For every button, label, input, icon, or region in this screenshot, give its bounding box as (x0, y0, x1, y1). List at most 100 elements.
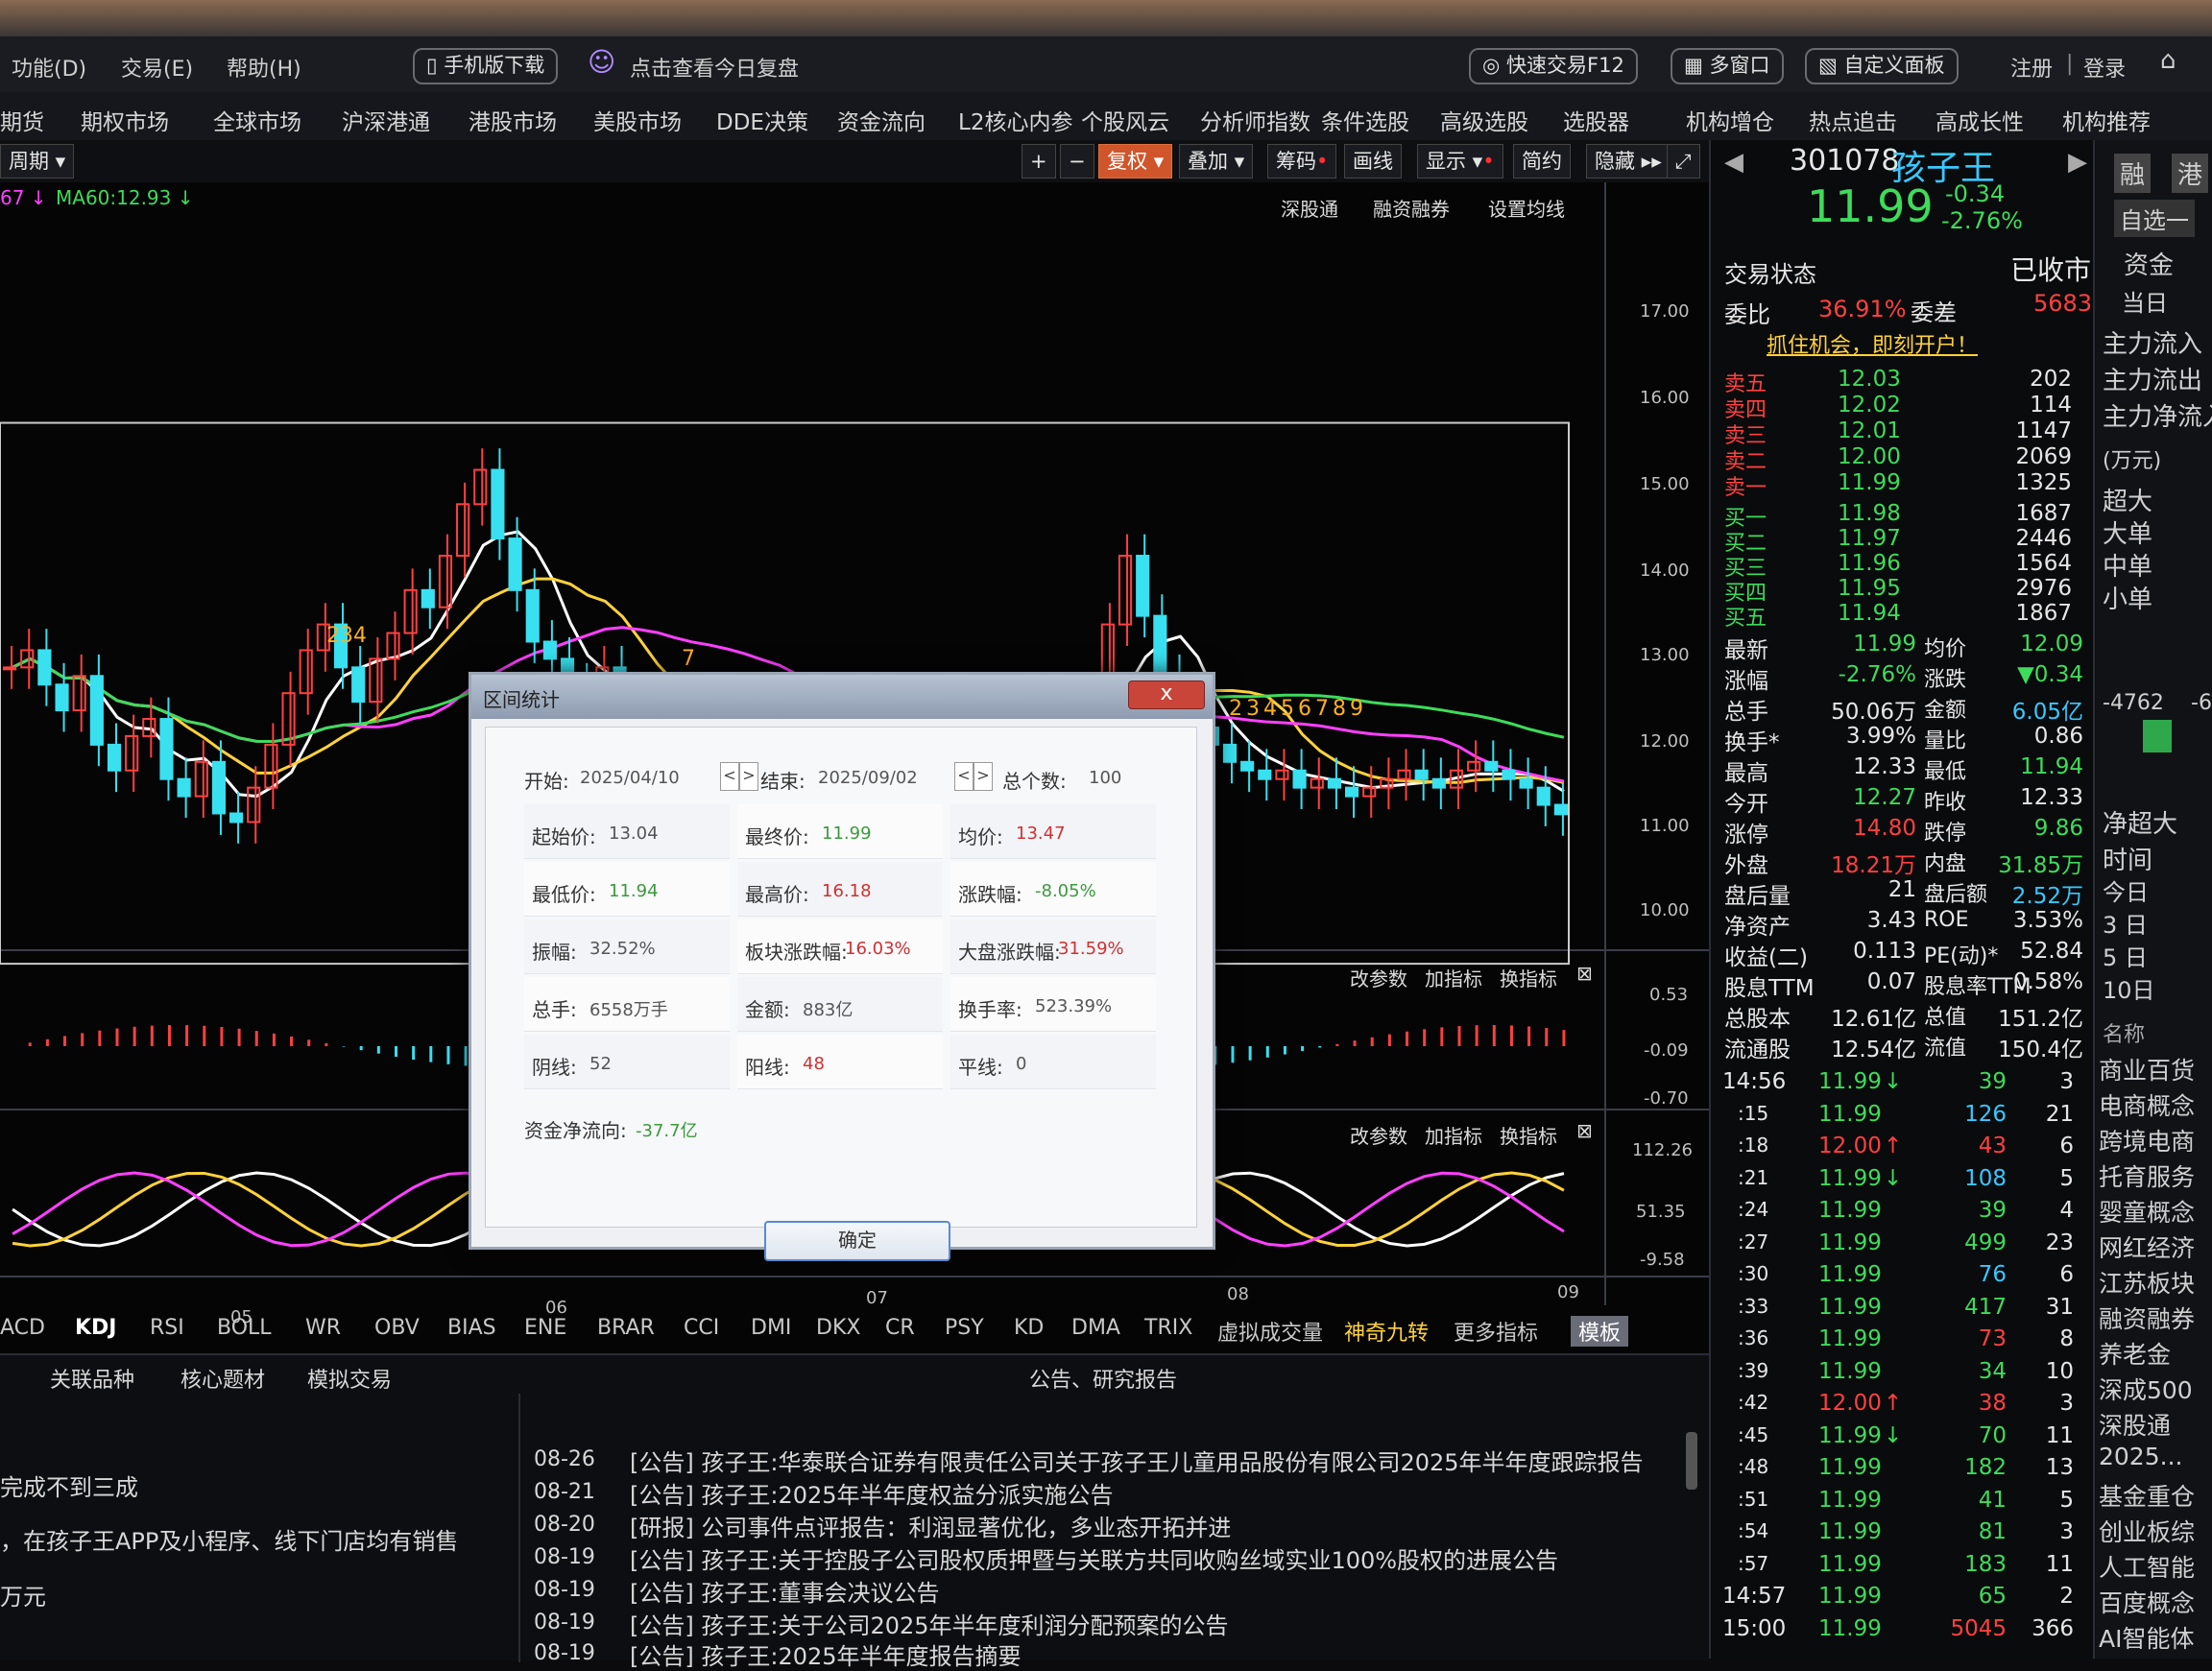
nav-item[interactable]: 分析师指数 (1200, 104, 1310, 136)
menu-trade[interactable]: 交易(E) (121, 52, 193, 83)
hk-button[interactable]: 港 (2172, 154, 2209, 193)
margin-button[interactable]: 融 (2114, 154, 2152, 193)
start-prev-button[interactable]: < (720, 762, 739, 791)
concept-item[interactable]: 基金重仓 (2099, 1478, 2195, 1513)
news-item[interactable]: [公告] 孩子王:2025年半年度报告摘要 (630, 1637, 1022, 1671)
ind-tab[interactable]: DMA (1071, 1316, 1120, 1340)
ok-button[interactable]: 确定 (764, 1221, 950, 1261)
nav-item[interactable]: 高成长性 (1936, 104, 2024, 136)
concept-item[interactable]: 深股通 (2099, 1407, 2171, 1442)
concept-item[interactable]: 2025... (2099, 1443, 2182, 1470)
close-sub-icon[interactable]: ⊠ (1576, 962, 1593, 985)
ind-tab[interactable]: OBV (374, 1316, 420, 1340)
register-link[interactable]: 注册 (2010, 52, 2053, 83)
sub-op-params-2[interactable]: 改参数 (1350, 1121, 1407, 1149)
ind-tab[interactable]: CCI (684, 1316, 719, 1340)
nav-item[interactable]: DDE决策 (716, 104, 808, 136)
bottom-tab[interactable]: 关联品种 (50, 1363, 134, 1394)
nav-item[interactable]: 期货 (0, 104, 44, 136)
open-account-promo[interactable]: 抓住机会，即刻开户！ (1767, 328, 1978, 359)
menu-help[interactable]: 帮助(H) (227, 52, 301, 83)
nav-item[interactable]: 全球市场 (213, 104, 301, 136)
news-item[interactable]: [公告] 孩子王:2025年半年度权益分派实施公告 (630, 1476, 1114, 1510)
nav-item[interactable]: 个股风云 (1081, 104, 1169, 136)
ind-tab[interactable]: ACD (0, 1316, 45, 1340)
ind-tab[interactable]: WR (305, 1316, 341, 1340)
end-next-button[interactable]: > (974, 762, 993, 791)
nav-item[interactable]: 期权市场 (81, 104, 169, 136)
dialog-titlebar[interactable]: 区间统计 x (471, 675, 1213, 719)
login-link[interactable]: 登录 (2083, 52, 2126, 83)
display-button[interactable]: 显示 ▾• (1417, 144, 1503, 179)
nav-item[interactable]: 热点追击 (1809, 104, 1897, 136)
sub-op-switch[interactable]: 换指标 (1500, 964, 1557, 991)
concept-item[interactable]: 人工智能 (2099, 1549, 2195, 1584)
nav-item[interactable]: 港股市场 (469, 104, 557, 136)
ind-tab[interactable]: DMI (751, 1316, 791, 1340)
review-link[interactable]: 点击查看今日复盘 (630, 52, 799, 83)
ind-tab[interactable]: 虚拟成交量 (1217, 1316, 1323, 1347)
ind-tab[interactable]: CR (885, 1316, 915, 1340)
simple-button[interactable]: 简约 (1513, 144, 1571, 179)
ind-tab-template[interactable]: 模板 (1571, 1316, 1629, 1347)
ind-tab[interactable]: 更多指标 (1454, 1316, 1538, 1347)
zoom-out-button[interactable]: − (1060, 144, 1094, 179)
news-item[interactable]: [研报] 公司事件点评报告：利润显著优化，多业态开拓并进 (630, 1509, 1231, 1542)
ind-tab[interactable]: RSI (150, 1316, 184, 1340)
concept-item[interactable]: 江苏板块 (2099, 1265, 2195, 1300)
concept-item[interactable]: 创业板综 (2099, 1514, 2195, 1548)
ind-tab[interactable]: BRAR (597, 1316, 655, 1340)
watchlist-select[interactable]: 自选一 (2114, 200, 2195, 237)
ind-tab[interactable]: ENE (524, 1316, 566, 1340)
today-tab[interactable]: 当日 (2122, 284, 2168, 318)
period-select[interactable]: 周期 ▾ (0, 144, 75, 179)
chips-button[interactable]: 筹码• (1267, 144, 1337, 179)
concept-item[interactable]: 深成500 (2099, 1372, 2193, 1406)
ind-tab[interactable]: PSY (945, 1316, 984, 1340)
prev-stock-icon[interactable]: ◀ (1724, 148, 1743, 177)
overlay-button[interactable]: 叠加 ▾ (1179, 144, 1254, 179)
nav-item[interactable]: 资金流向 (837, 104, 926, 136)
hide-button[interactable]: 隐藏 ▸▸ (1586, 144, 1671, 179)
menu-func[interactable]: 功能(D) (12, 52, 86, 83)
custom-panel-button[interactable]: ▧ 自定义面板 (1805, 48, 1959, 84)
concept-item[interactable]: 养老金 (2099, 1336, 2171, 1371)
next-stock-icon[interactable]: ▶ (2068, 148, 2087, 177)
nav-item[interactable]: 机构增仓 (1686, 104, 1774, 136)
home-icon[interactable]: ⌂ (2160, 46, 2176, 75)
ind-tab[interactable]: KD (1014, 1316, 1044, 1340)
sub-op-add[interactable]: 加指标 (1425, 964, 1482, 991)
multi-window-button[interactable]: ▦ 多窗口 (1671, 48, 1784, 84)
mobile-download-button[interactable]: ▯ 手机版下载 (413, 48, 559, 84)
ind-tab[interactable]: BIAS (447, 1316, 496, 1340)
news-item[interactable]: [公告] 孩子王:董事会决议公告 (630, 1574, 939, 1608)
ind-tab-active[interactable]: KDJ (75, 1316, 117, 1340)
concept-item[interactable]: 商业百货 (2099, 1052, 2195, 1086)
nav-item[interactable]: 沪深港通 (342, 104, 430, 136)
concept-item[interactable]: 跨境电商 (2099, 1123, 2195, 1158)
concept-item[interactable]: 电商概念 (2099, 1087, 2195, 1122)
sub-op-params[interactable]: 改参数 (1350, 964, 1407, 991)
close-sub-icon-2[interactable]: ⊠ (1576, 1119, 1593, 1142)
sub-op-switch-2[interactable]: 换指标 (1500, 1121, 1557, 1149)
nav-item[interactable]: 条件选股 (1321, 104, 1409, 136)
close-icon[interactable]: x (1128, 680, 1205, 709)
ind-tab[interactable]: DKX (816, 1316, 860, 1340)
bottom-tab[interactable]: 模拟交易 (307, 1363, 392, 1394)
nav-item[interactable]: 机构推荐 (2062, 104, 2151, 136)
nav-item[interactable]: 高级选股 (1440, 104, 1528, 136)
nav-item[interactable]: 美股市场 (593, 104, 682, 136)
end-prev-button[interactable]: < (954, 762, 974, 791)
concept-item[interactable]: 融资融券 (2099, 1301, 2195, 1335)
fuquan-button[interactable]: 复权 ▾ (1098, 144, 1173, 179)
sub-op-add-2[interactable]: 加指标 (1425, 1121, 1482, 1149)
quick-trade-button[interactable]: ◎ 快速交易F12 (1469, 48, 1638, 84)
ind-tab[interactable]: TRIX (1144, 1316, 1192, 1340)
bottom-tab[interactable]: 核心题材 (180, 1363, 265, 1394)
concept-item[interactable]: 网红经济 (2099, 1229, 2195, 1264)
fullscreen-icon[interactable]: ⤢ (1667, 144, 1700, 179)
concept-item[interactable]: AI智能体 (2099, 1620, 2194, 1655)
concept-item[interactable]: 婴童概念 (2099, 1194, 2195, 1229)
news-item[interactable]: [公告] 孩子王:华泰联合证券有限责任公司关于孩子王儿童用品股份有限公司2025… (630, 1444, 1644, 1477)
drawline-button[interactable]: 画线 (1344, 144, 1402, 179)
